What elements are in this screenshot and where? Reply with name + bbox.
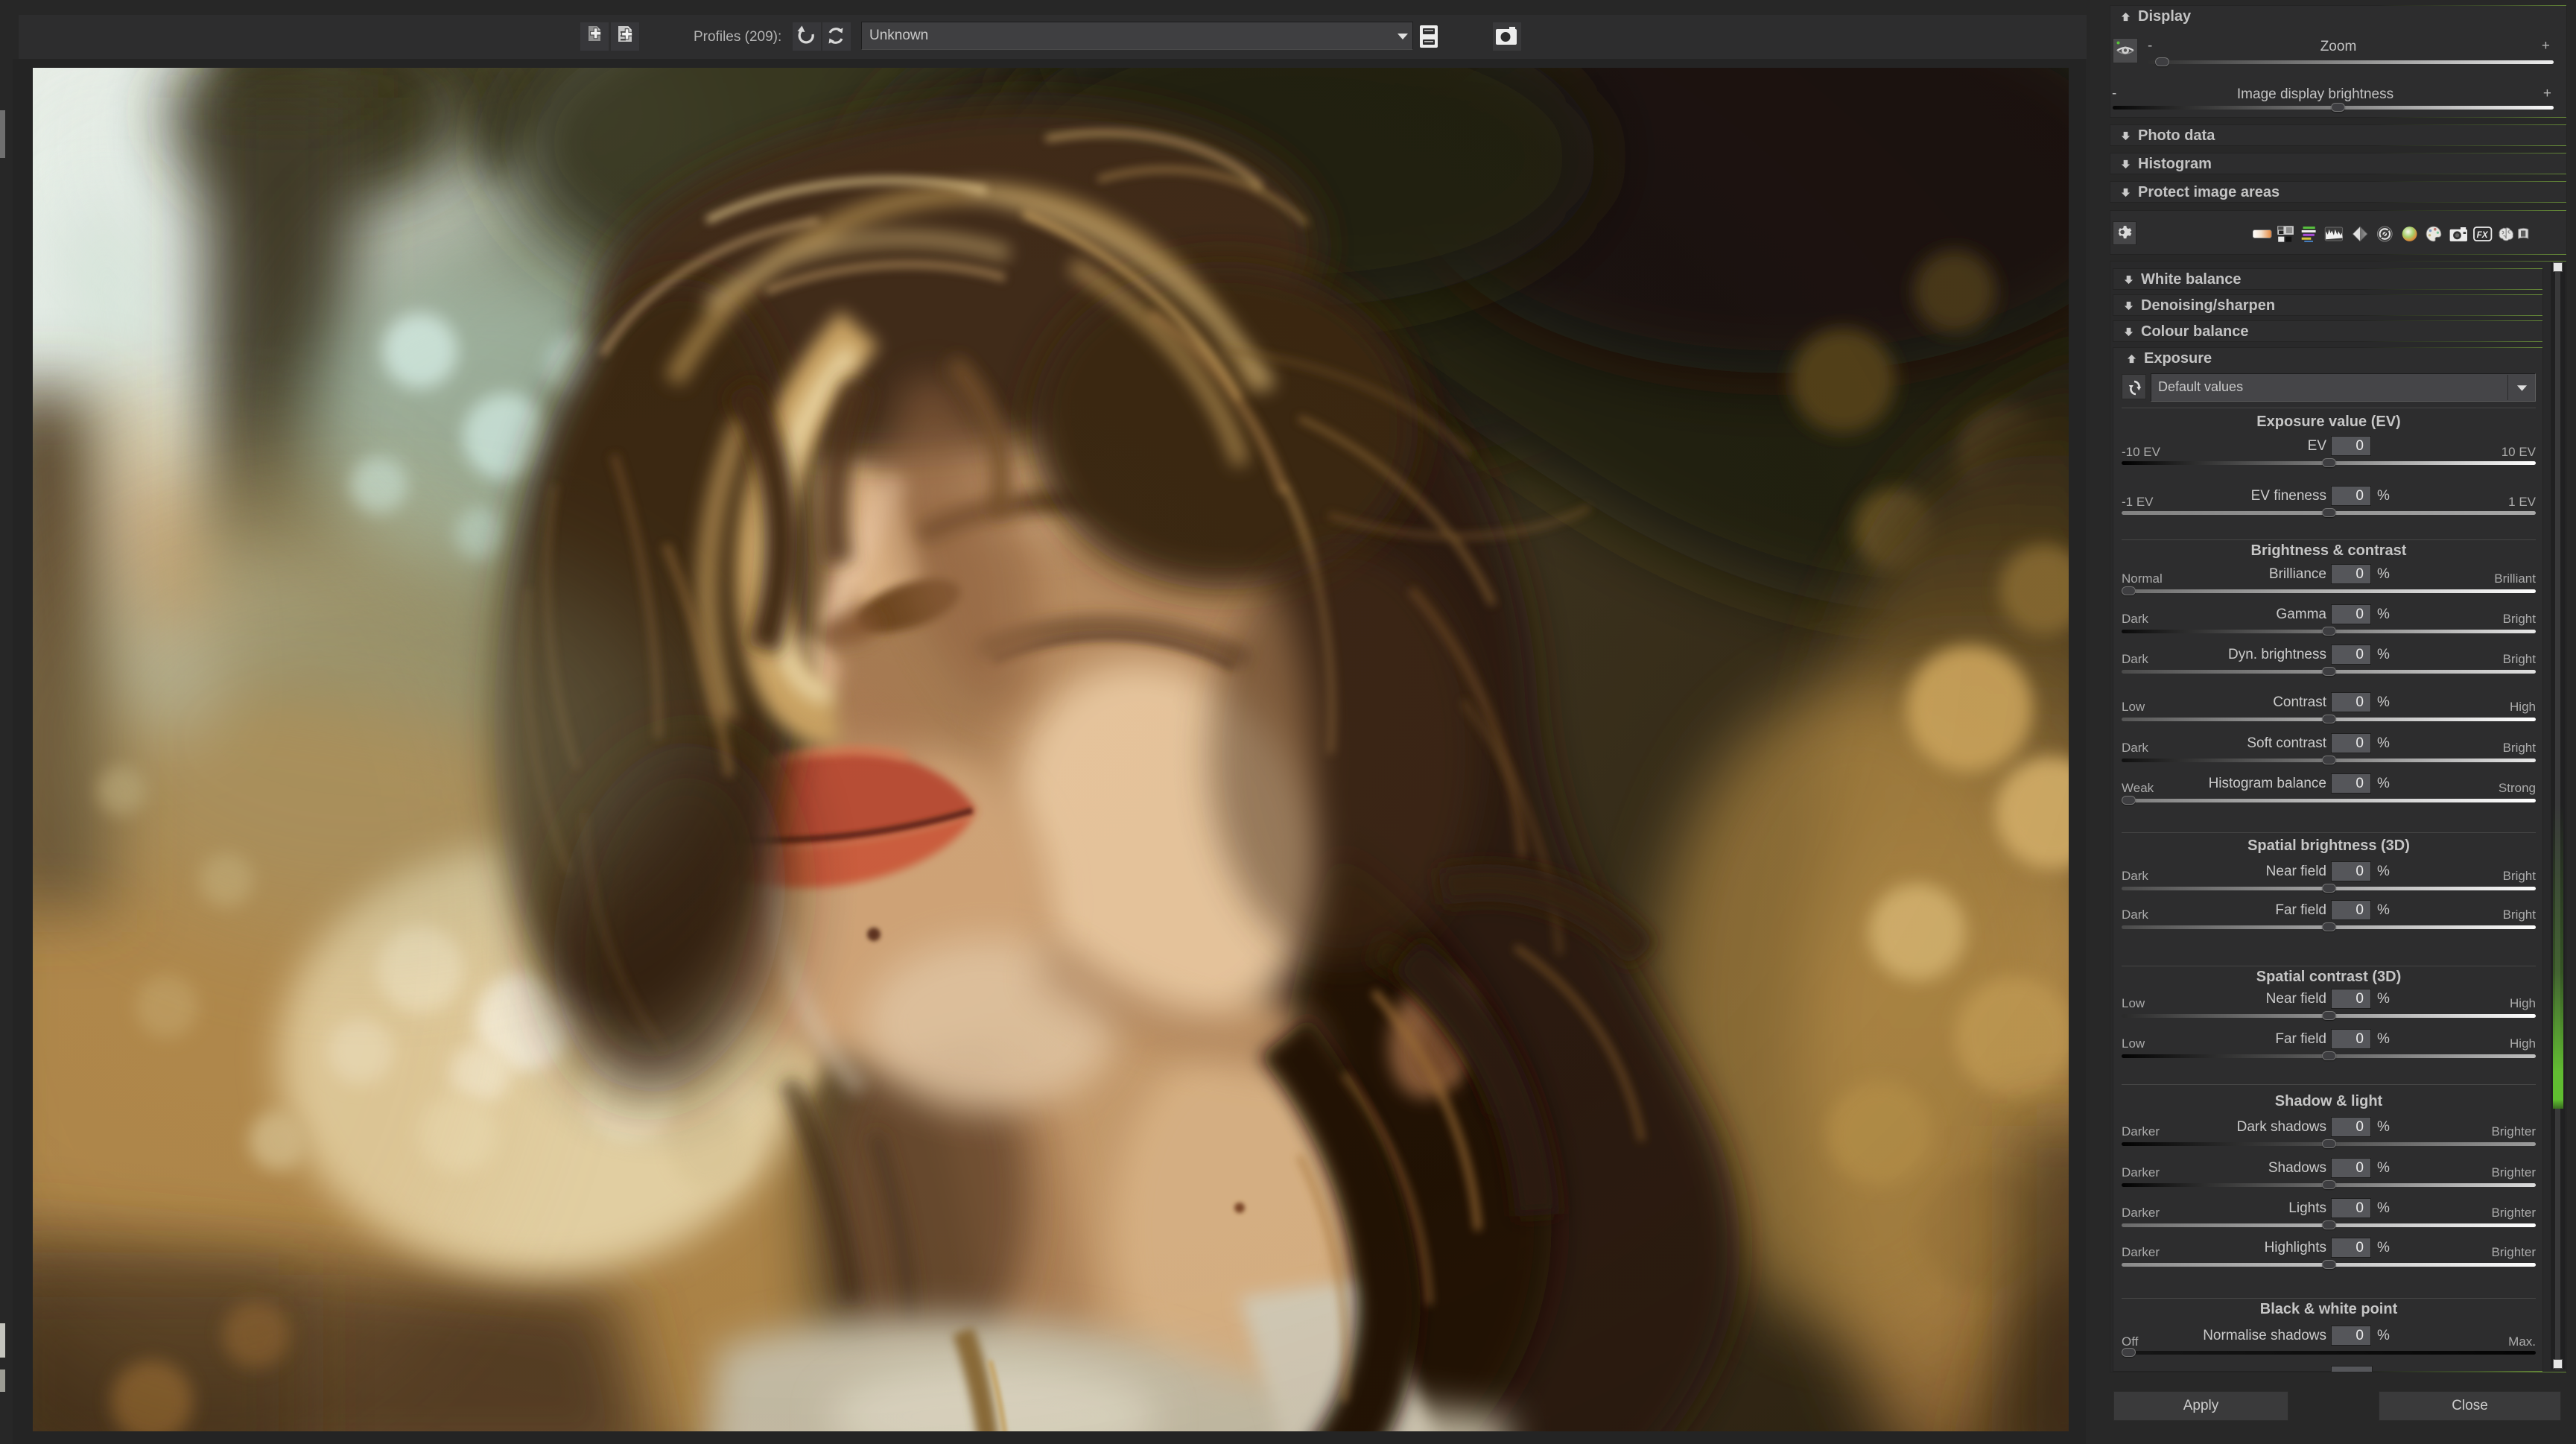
svg-text:FX: FX (2477, 230, 2489, 240)
